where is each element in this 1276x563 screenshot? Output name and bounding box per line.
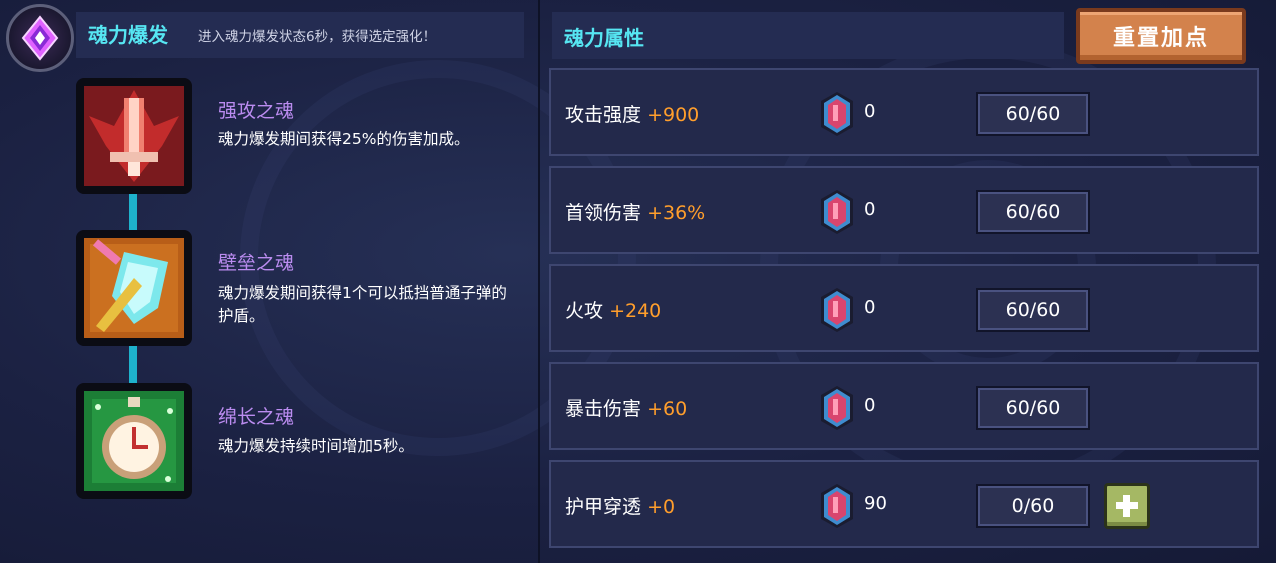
skill-name: 壁垒之魂	[218, 252, 295, 274]
attribute-label: 护甲穿透	[565, 496, 642, 518]
soul-gem-icon	[821, 484, 853, 528]
attribute-row-fire-attack: 火攻 +240 0 60/60	[549, 264, 1259, 352]
skill-chain-link	[129, 342, 137, 386]
soul-gem-icon	[821, 386, 853, 430]
attribute-level: 0/60	[976, 484, 1090, 528]
attribute-level: 60/60	[976, 190, 1090, 234]
reset-points-button[interactable]: 重置加点	[1076, 8, 1246, 64]
attribute-bonus: +900	[647, 104, 700, 126]
skill-tile-bulwark[interactable]	[76, 230, 192, 346]
gem-count: 90	[864, 493, 887, 514]
skill-name: 强攻之魂	[218, 100, 295, 122]
gem-count: 0	[864, 199, 876, 220]
skill-description: 魂力爆发持续时间增加5秒。	[218, 437, 414, 455]
attribute-row-crit-damage: 暴击伤害 +60 0 60/60	[549, 362, 1259, 450]
soul-gem-icon	[821, 92, 853, 136]
attribute-bonus: +0	[647, 496, 676, 518]
skill-name: 绵长之魂	[218, 406, 295, 428]
attribute-bonus: +60	[647, 398, 688, 420]
gem-count: 0	[864, 297, 876, 318]
stopwatch-icon	[84, 391, 184, 491]
red-sword-icon	[84, 86, 184, 186]
skill-tile-endurance[interactable]	[76, 383, 192, 499]
attribute-level: 60/60	[976, 386, 1090, 430]
panel-divider	[538, 0, 540, 563]
attribute-row-armor-penetration: 护甲穿透 +0 90 0/60	[549, 460, 1259, 548]
gem-count: 0	[864, 395, 876, 416]
attribute-level: 60/60	[976, 288, 1090, 332]
skill-description: 魂力爆发期间获得25%的伤害加成。	[218, 130, 470, 148]
skill-tile-power[interactable]	[76, 78, 192, 194]
attribute-bonus: +240	[609, 300, 662, 322]
soul-crystal-emblem-icon	[6, 4, 74, 72]
soul-attributes-title: 魂力属性	[564, 26, 644, 50]
soul-burst-title: 魂力爆发	[88, 23, 168, 47]
add-point-button[interactable]	[1104, 483, 1150, 529]
soul-gem-icon	[821, 288, 853, 332]
soul-burst-header: 魂力爆发 进入魂力爆发状态6秒，获得选定强化！	[0, 0, 530, 80]
attribute-label: 暴击伤害	[565, 398, 642, 420]
attribute-label: 攻击强度	[565, 104, 642, 126]
attribute-label: 首领伤害	[565, 202, 642, 224]
attribute-level: 60/60	[976, 92, 1090, 136]
gem-count: 0	[864, 101, 876, 122]
skill-chain-link	[129, 192, 137, 234]
attribute-row-attack: 攻击强度 +900 0 60/60	[549, 68, 1259, 156]
soul-burst-description: 进入魂力爆发状态6秒，获得选定强化！	[198, 29, 437, 45]
skill-description: 魂力爆发期间获得1个可以抵挡普通子弹的护盾。	[218, 284, 507, 325]
shield-icon	[84, 238, 184, 338]
attribute-row-boss-damage: 首领伤害 +36% 0 60/60	[549, 166, 1259, 254]
attribute-label: 火攻	[565, 300, 604, 322]
attribute-bonus: +36%	[647, 202, 706, 224]
soul-gem-icon	[821, 190, 853, 234]
